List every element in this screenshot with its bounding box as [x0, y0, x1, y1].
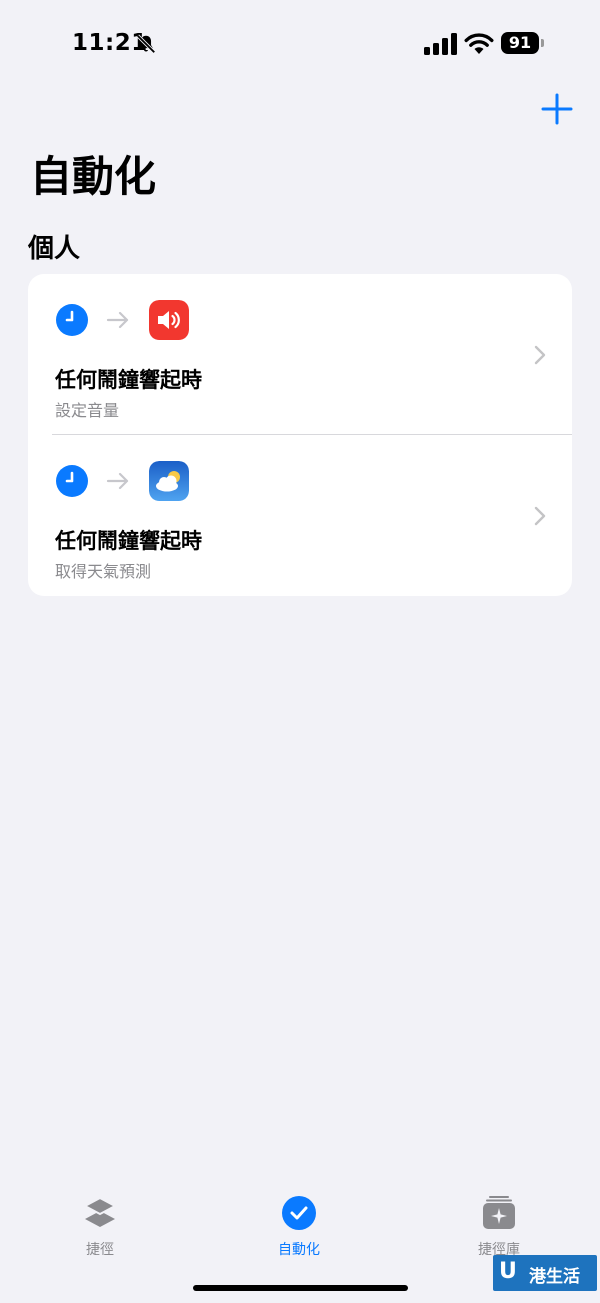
automation-title: 任何鬧鐘響起時 — [55, 529, 202, 553]
gallery-icon — [483, 1196, 515, 1229]
automation-subtitle: 設定音量 — [55, 401, 120, 420]
wifi-icon — [464, 33, 494, 54]
clock-icon — [56, 465, 88, 497]
chevron-right-icon — [534, 506, 546, 526]
automation-item-alarm-weather[interactable]: 任何鬧鐘響起時 取得天氣預測 — [28, 435, 572, 596]
page-title: 自動化 — [30, 152, 157, 201]
arrow-right-icon — [106, 472, 129, 490]
checkmark-clock-icon — [282, 1196, 316, 1230]
bell-slash-icon — [136, 34, 156, 54]
watermark-mark: U — [499, 1259, 517, 1284]
battery-icon: 91 — [501, 32, 545, 56]
volume-icon — [149, 300, 189, 340]
watermark-text: 港生活 — [529, 1267, 580, 1287]
battery-level: 91 — [501, 32, 539, 54]
arrow-right-icon — [106, 311, 129, 329]
tab-label: 自動化 — [278, 1242, 320, 1258]
automation-list: 任何鬧鐘響起時 設定音量 任何鬧鐘響起時 取得天氣預測 — [28, 274, 572, 596]
home-indicator — [193, 1285, 408, 1291]
automation-subtitle: 取得天氣預測 — [55, 562, 152, 581]
watermark-logo: U 港生活 — [493, 1255, 597, 1291]
add-automation-button[interactable] — [540, 92, 574, 126]
section-title: 個人 — [28, 234, 81, 264]
tab-shortcuts[interactable]: 捷徑 — [40, 1195, 160, 1275]
tab-label: 捷徑 — [86, 1242, 114, 1258]
layers-icon — [82, 1196, 118, 1227]
status-bar: 11:21 91 — [0, 0, 600, 90]
weather-icon — [149, 461, 189, 501]
clock-icon — [56, 304, 88, 336]
automation-title: 任何鬧鐘響起時 — [55, 368, 202, 392]
tab-automation[interactable]: 自動化 — [239, 1195, 359, 1275]
automation-item-alarm-volume[interactable]: 任何鬧鐘響起時 設定音量 — [28, 274, 572, 435]
chevron-right-icon — [534, 345, 546, 365]
cellular-signal-icon — [424, 33, 457, 55]
battery-cap — [541, 39, 544, 47]
